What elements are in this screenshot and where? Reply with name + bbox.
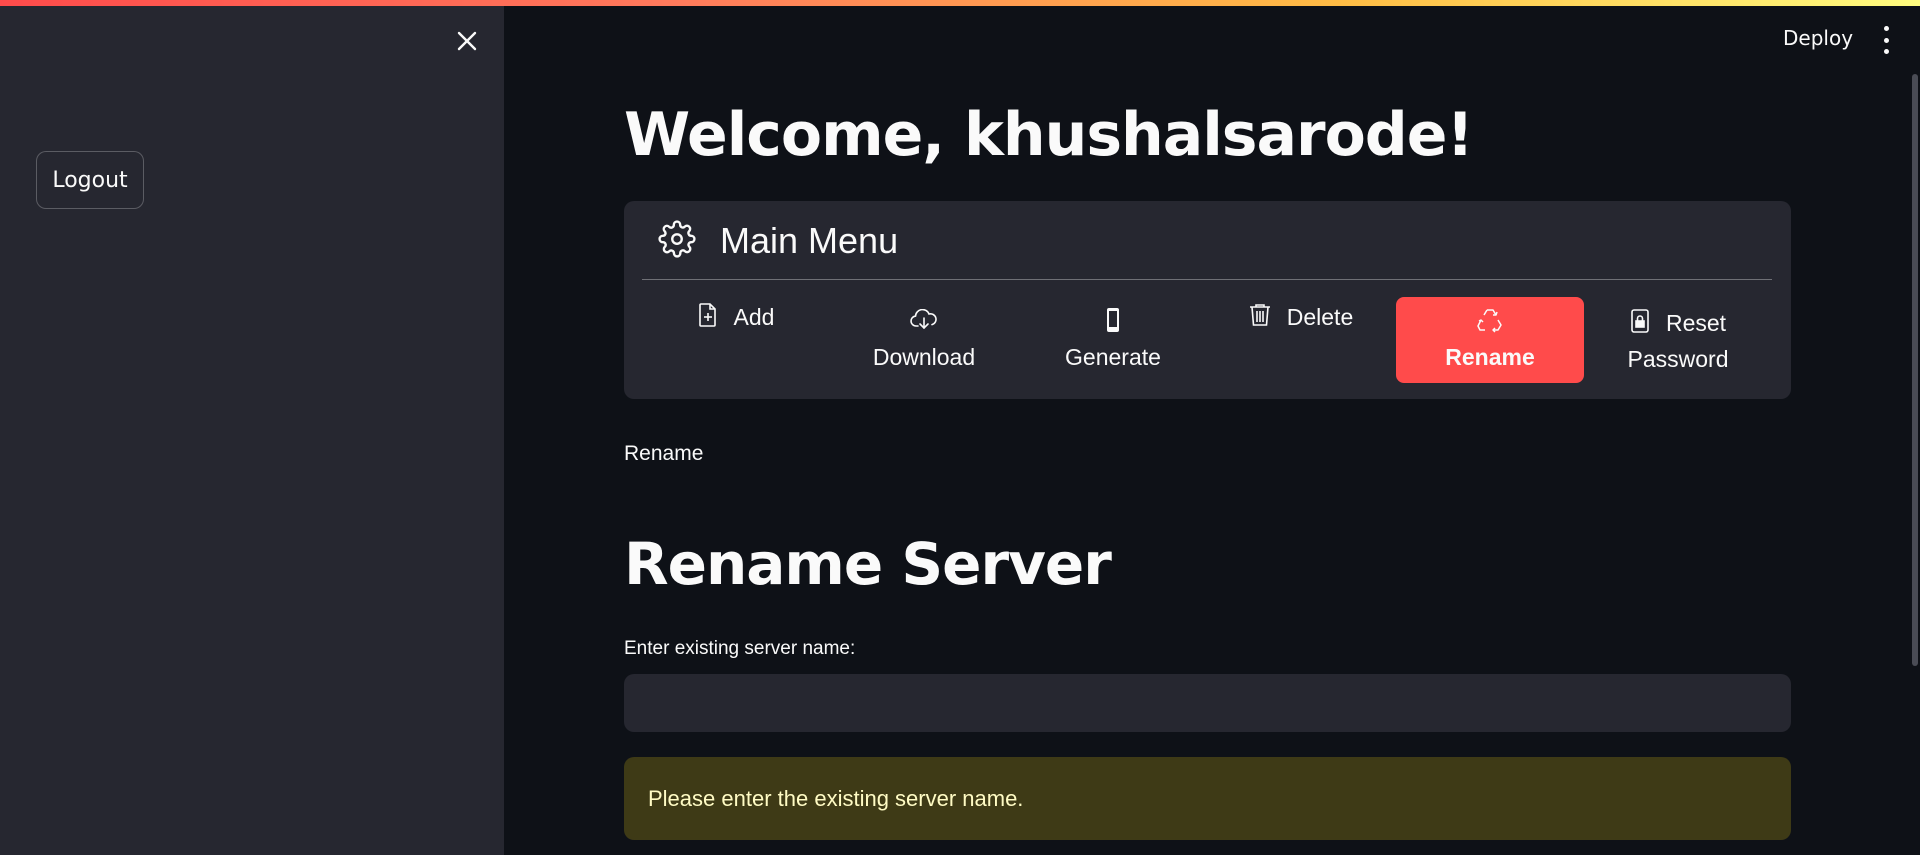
menu-item-label: Delete	[1286, 304, 1354, 330]
page-heading: Rename Server	[624, 530, 1112, 598]
menu-divider	[642, 279, 1772, 280]
welcome-title: Welcome, khushalsarode!	[624, 100, 1474, 170]
menu-item-label-line2: Password	[1627, 346, 1729, 372]
scrollbar[interactable]	[1912, 74, 1918, 666]
lock-icon	[1630, 309, 1650, 341]
more-vertical-icon[interactable]	[1876, 26, 1896, 54]
section-label: Rename	[624, 442, 704, 465]
gear-icon	[658, 220, 696, 262]
recycle-icon	[1477, 307, 1503, 339]
sidebar: Logout	[0, 0, 504, 855]
warning-text: Please enter the existing server name.	[648, 785, 1024, 811]
deploy-button[interactable]: Deploy	[1783, 26, 1853, 50]
cloud-download-icon	[910, 307, 938, 339]
trash-icon	[1249, 301, 1271, 337]
menu-item-add[interactable]: Add	[642, 297, 830, 383]
header-decoration-bar	[0, 0, 1920, 6]
menu-item-download[interactable]: Download	[830, 297, 1018, 383]
sidebar-close-button[interactable]	[452, 28, 482, 58]
logout-button[interactable]: Logout	[36, 151, 144, 209]
close-icon	[456, 30, 478, 56]
menu-item-label-line1: Reset	[1665, 310, 1727, 336]
file-plus-icon	[698, 301, 718, 337]
menu-item-reset-password[interactable]: Reset Password	[1584, 297, 1772, 383]
menu-item-delete[interactable]: Delete	[1207, 297, 1395, 383]
menu-item-label: Download	[872, 344, 976, 370]
menu-item-label: Generate	[1065, 344, 1161, 370]
menu-item-label: Add	[733, 304, 775, 330]
server-name-input[interactable]	[624, 674, 1791, 732]
phone-icon	[1105, 307, 1121, 339]
menu-item-generate[interactable]: Generate	[1019, 297, 1207, 383]
menu-item-rename[interactable]: Rename	[1396, 297, 1584, 383]
main-menu-card: Main Menu Add Download Generate Delete R…	[624, 201, 1791, 399]
server-name-label: Enter existing server name:	[624, 638, 856, 659]
warning-alert: Please enter the existing server name.	[624, 757, 1791, 840]
menu-item-label: Rename	[1445, 344, 1535, 370]
menu-header: Main Menu	[658, 220, 899, 262]
menu-title: Main Menu	[720, 220, 899, 261]
menu-items: Add Download Generate Delete Rename Rese…	[642, 297, 1772, 383]
